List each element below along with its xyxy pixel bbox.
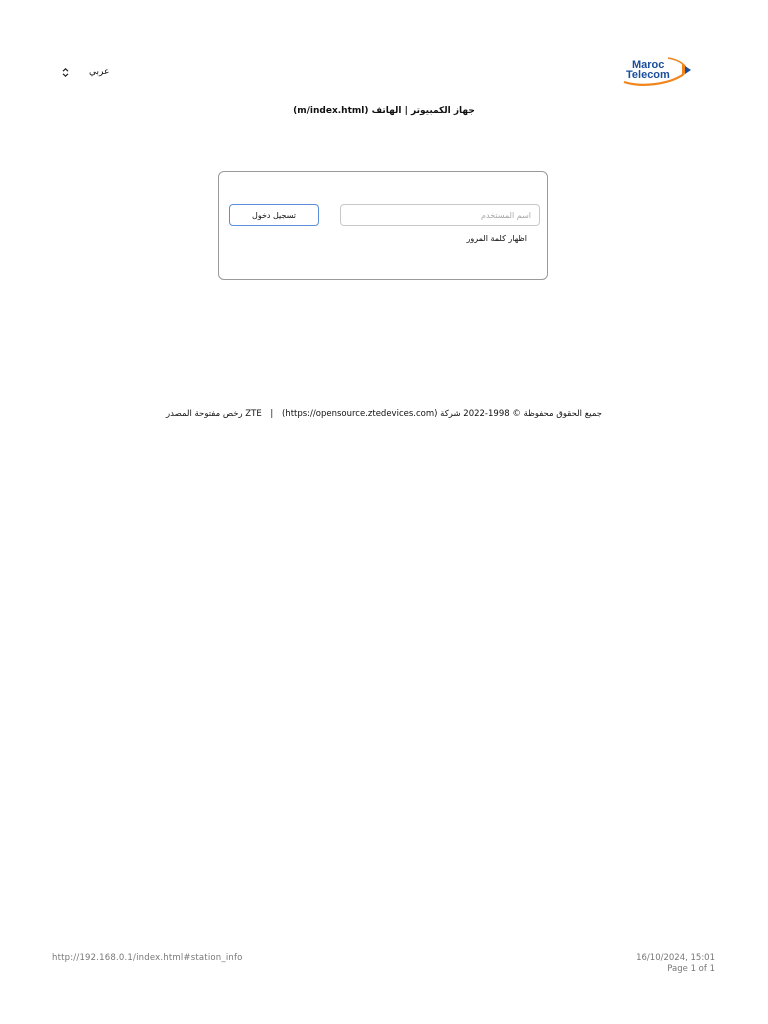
- logo-line2: Telecom: [626, 69, 670, 81]
- copyright-footer: رخص مفتوحة المصدر ZTE | (https://opensou…: [0, 409, 768, 419]
- show-password-toggle[interactable]: اظهار كلمة المرور: [467, 234, 527, 243]
- desktop-mobile-switch-link[interactable]: جهاز الكمبيوتر | الهاتف (m/index.html): [293, 106, 475, 116]
- print-page-number: Page 1 of 1: [667, 964, 715, 974]
- login-button[interactable]: تسجيل دخول: [229, 204, 319, 226]
- footer-separator: |: [270, 409, 274, 419]
- print-datetime: 16/10/2024, 15:01: [636, 953, 715, 963]
- print-url: http://192.168.0.1/index.html#station_in…: [52, 953, 243, 963]
- copyright-text: (https://opensource.ztedevices.com) جميع…: [281, 409, 602, 419]
- maroc-telecom-logo: Maroc Telecom: [622, 54, 694, 88]
- username-input[interactable]: [340, 204, 540, 226]
- language-selected-label: عربي: [89, 67, 110, 77]
- up-down-chevron-icon: [62, 67, 69, 77]
- language-select[interactable]: عربي: [62, 64, 122, 80]
- login-panel: تسجيل دخول اظهار كلمة المرور: [218, 171, 548, 280]
- licenses-link[interactable]: رخص مفتوحة المصدر ZTE: [166, 409, 262, 419]
- page-title: جهاز الكمبيوتر | الهاتف (m/index.html): [0, 106, 768, 116]
- print-meta: 16/10/2024, 15:01 Page 1 of 1: [636, 953, 715, 975]
